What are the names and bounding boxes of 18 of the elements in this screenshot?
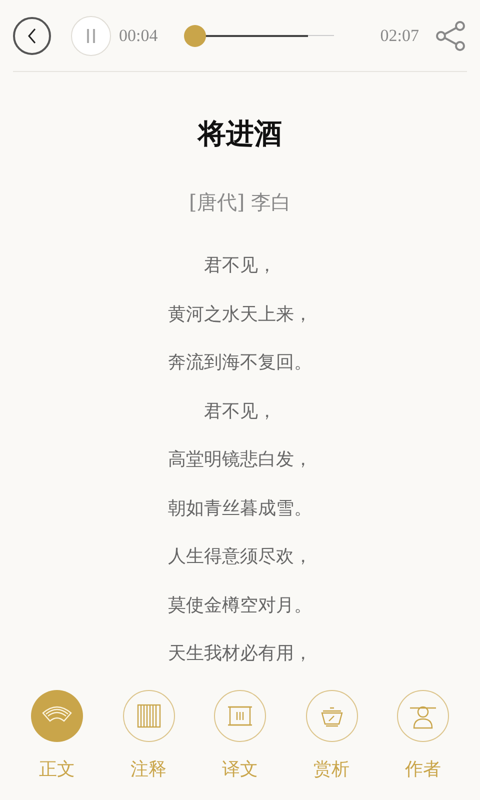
poem-line: 人生得意须尽欢， [168, 545, 312, 569]
poem-line: 奔流到海不复回。 [168, 351, 312, 375]
poem-line: 天生我材必有用， [168, 642, 312, 666]
poem-title: 将进酒 [198, 116, 282, 152]
poem-line: 君不见， [204, 254, 276, 278]
elapsed-time: 00:04 [119, 24, 158, 47]
progress-thumb[interactable] [184, 24, 206, 46]
poem-line: 君不见， [204, 400, 276, 424]
poem-line: 朝如青丝暮成雪。 [168, 496, 312, 520]
duration-time: 02:07 [380, 24, 419, 47]
play-pause-button[interactable] [71, 16, 111, 56]
poem-author: [唐代] 李白 [189, 189, 291, 216]
share-icon[interactable] [435, 20, 467, 50]
back-button[interactable] [13, 16, 51, 54]
poem-line: 莫使金樽空对月。 [168, 594, 312, 618]
poem-line: 高堂明镜悲白发， [168, 448, 312, 472]
pause-icon [86, 28, 96, 42]
poem-line: 黄河之水天上来， [168, 302, 312, 326]
